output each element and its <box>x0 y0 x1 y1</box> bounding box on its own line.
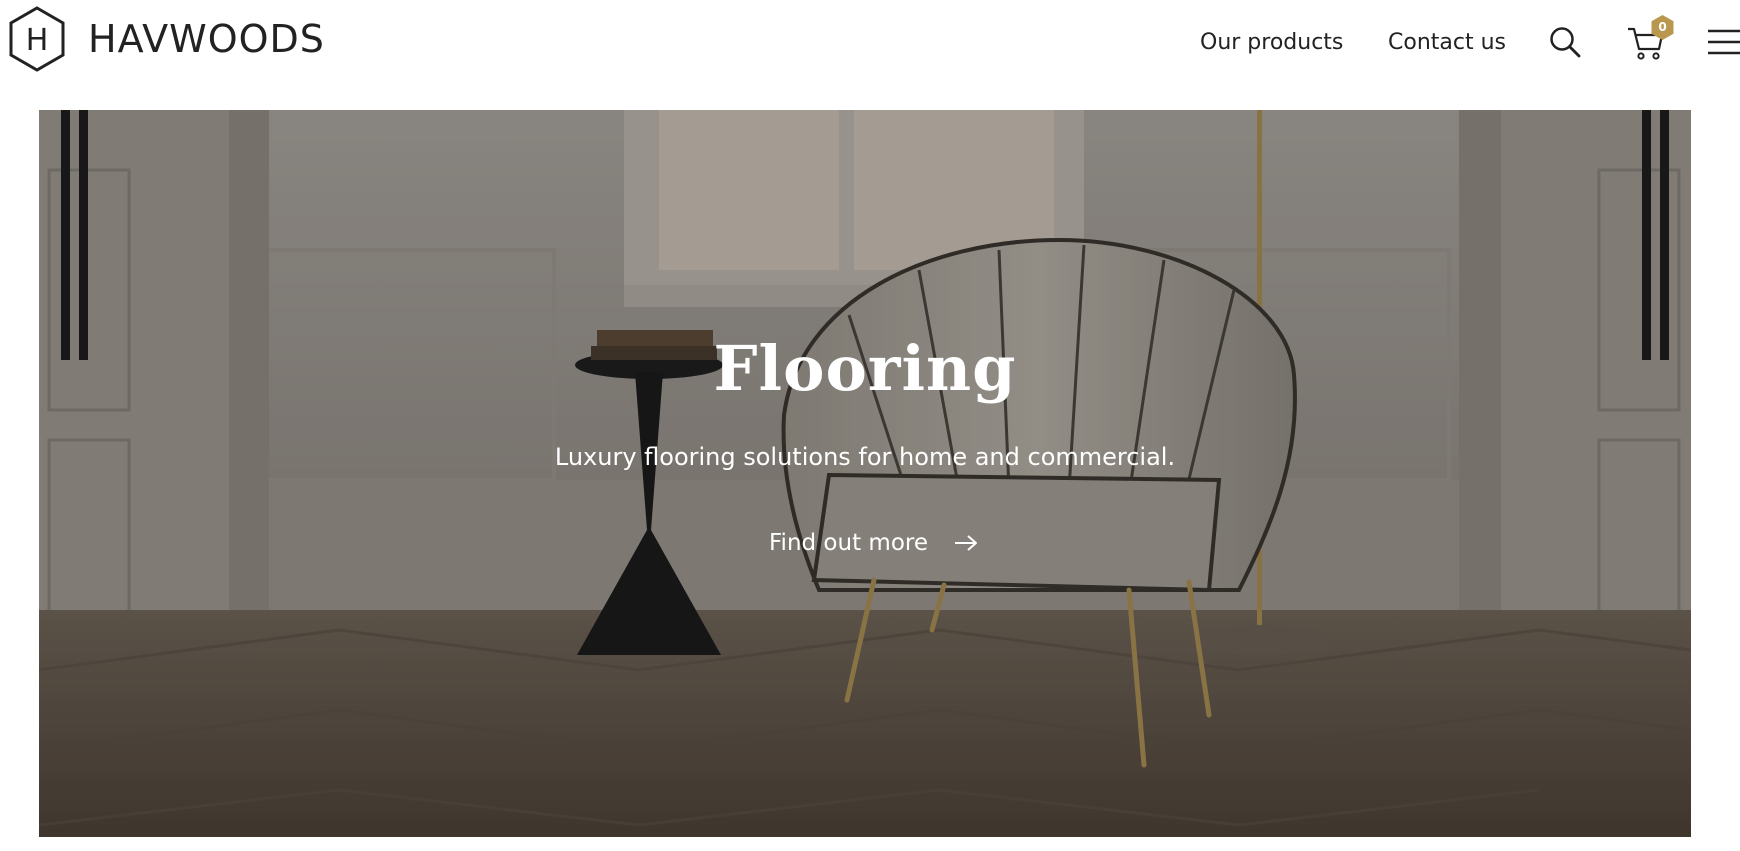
brand-name: HAVWOODS <box>88 17 325 61</box>
menu-button[interactable] <box>1708 28 1740 56</box>
find-out-more-label: Find out more <box>769 530 928 556</box>
hero-banner: Flooring Luxury flooring solutions for h… <box>39 110 1691 837</box>
hero-subtitle: Luxury flooring solutions for home and c… <box>554 443 1176 471</box>
find-out-more-link[interactable]: Find out more <box>769 530 978 556</box>
nav-contact-us[interactable]: Contact us <box>1388 30 1506 55</box>
search-button[interactable] <box>1548 25 1582 59</box>
hexagon-monogram-logo: H <box>9 6 65 72</box>
hero-dark-overlay <box>39 110 1691 837</box>
hamburger-menu-icon <box>1708 29 1740 55</box>
search-icon <box>1550 27 1581 58</box>
site-header: H HAVWOODS Our products Contact us 0 <box>0 0 1740 98</box>
logo-monogram: H <box>26 23 49 58</box>
cart-count: 0 <box>1658 20 1667 34</box>
nav-our-products[interactable]: Our products <box>1200 30 1343 55</box>
hero-title: Flooring <box>713 332 1017 405</box>
brand-logo[interactable]: H HAVWOODS <box>8 6 325 72</box>
arrow-right-icon <box>955 535 977 551</box>
